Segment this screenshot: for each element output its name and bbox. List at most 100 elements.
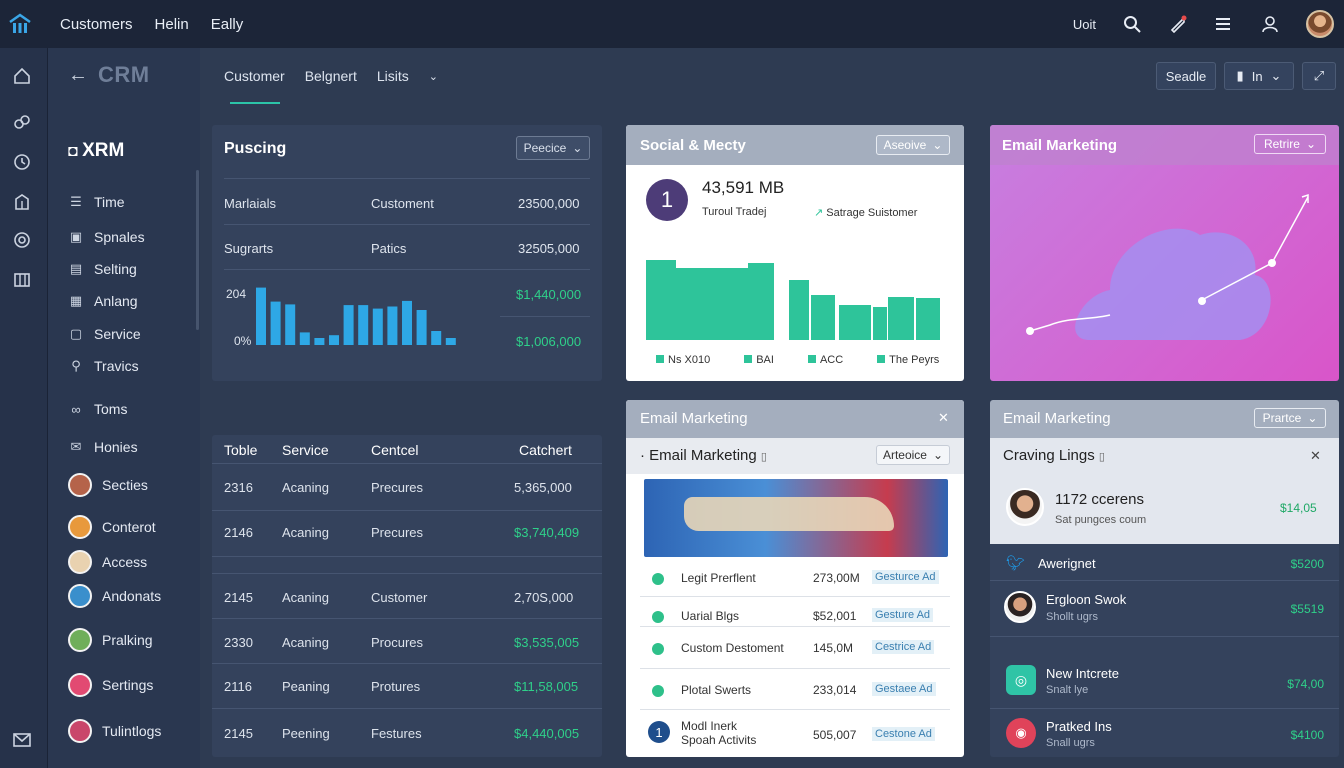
top-unit-link[interactable]: Uoit: [1073, 17, 1096, 32]
pricing-value: $1,440,000: [516, 287, 582, 302]
chart-bar: [270, 301, 281, 345]
close-icon[interactable]: ✕: [1310, 448, 1321, 464]
social-bar-chart: [646, 260, 940, 340]
row-tag[interactable]: Cestrice Ad: [872, 640, 935, 654]
sidebar-item-spnales[interactable]: ▣ Spnales: [68, 226, 145, 248]
sidebar-item-honies[interactable]: ✉ Honies: [68, 436, 138, 458]
table-row[interactable]: 2145 Peening Festures $4,440,005: [224, 726, 584, 746]
table-cell: $11,58,005: [514, 679, 579, 694]
row-label: Spoah Activits: [681, 733, 757, 747]
table-row[interactable]: 2316 Acaning Precures 5,365,000: [224, 480, 584, 500]
divider: [212, 463, 602, 464]
pricing-cell: Patics: [371, 241, 407, 256]
divider: [990, 708, 1339, 709]
chart-axis-bottom: 0%: [234, 334, 252, 348]
sidebar-item-sertings[interactable]: Sertings: [68, 673, 153, 697]
expand-icon[interactable]: ⤢: [1302, 62, 1336, 90]
sidebar-item-conterot[interactable]: Conterot: [68, 515, 156, 539]
back-arrow-icon[interactable]: ←: [68, 64, 88, 87]
chart-bar: [285, 304, 296, 345]
grid-icon[interactable]: [12, 270, 32, 290]
row-value: 505,007: [813, 728, 857, 742]
email-top-dropdown[interactable]: Retrire ⌄: [1254, 134, 1326, 154]
email-right-dropdown[interactable]: Prartce ⌄: [1254, 408, 1326, 428]
legend-swatch: [807, 355, 816, 363]
profile-avatar[interactable]: [1306, 10, 1334, 38]
chart-icon: ▦: [69, 293, 83, 308]
tab-belgnert[interactable]: Belgnert: [305, 68, 357, 84]
table-row[interactable]: 2146 Acaning Precures $3,740,409: [224, 525, 584, 545]
mail-icon[interactable]: [12, 730, 32, 750]
home-icon[interactable]: [12, 66, 32, 86]
tab-lisits[interactable]: Lisits: [377, 68, 409, 84]
user-icon[interactable]: [1260, 14, 1280, 34]
row-value: 145,0M: [813, 641, 854, 655]
chevron-down-icon[interactable]: ⌄: [429, 70, 438, 83]
menu-icon[interactable]: [1214, 14, 1234, 34]
divider: [640, 626, 950, 627]
sidebar-item-time[interactable]: ☰ Time: [68, 191, 124, 213]
tab-customer[interactable]: Customer: [224, 68, 285, 84]
social-badge: 1: [646, 179, 688, 221]
sidebar-item-service[interactable]: ▢ Service: [68, 323, 141, 345]
target-icon[interactable]: [12, 230, 32, 250]
top-nav-customers[interactable]: Customers: [60, 16, 133, 33]
pricing-cell: Marlaials: [224, 196, 277, 211]
top-nav-eally[interactable]: Eally: [211, 16, 244, 33]
sidebar-item-travics[interactable]: ⚲ Travics: [68, 355, 138, 377]
sidebar-item-pralking[interactable]: Pralking: [68, 628, 153, 652]
search-icon[interactable]: [1122, 14, 1142, 34]
link-icon[interactable]: [12, 112, 32, 132]
sidebar-item-andonats[interactable]: Andonats: [68, 584, 161, 608]
table-cell: Acaning: [282, 635, 329, 650]
chart-bar: [888, 297, 914, 340]
rocket-icon[interactable]: [1168, 14, 1188, 34]
row-tag[interactable]: Gestaee Ad: [872, 682, 936, 696]
legend-item: Ns X010: [656, 354, 710, 366]
legend-swatch: [744, 355, 753, 363]
sidebar-item-selting[interactable]: ▤ Selting: [68, 258, 137, 280]
pricing-value: $1,006,000: [516, 334, 582, 349]
list-item[interactable]: Custom Destoment 145,0M Cestrice Ad: [652, 640, 950, 671]
pricing-dropdown[interactable]: Peecice ⌄: [516, 136, 590, 160]
envelope-icon: ✉: [70, 439, 82, 454]
chart-bar: [343, 305, 354, 345]
active-tab-indicator: [230, 102, 280, 104]
check-icon: [652, 611, 664, 623]
divider: [500, 316, 590, 317]
close-icon[interactable]: ✕: [938, 410, 949, 426]
sidebar-scrollbar[interactable]: [196, 170, 199, 330]
list-item[interactable]: 1 Modl Inerk Spoah Activits 505,007 Cestone …: [648, 719, 950, 749]
social-dropdown[interactable]: Aseoive ⌄: [876, 135, 950, 155]
chart-bar: [839, 305, 871, 340]
sidebar-item-toms[interactable]: ∞ Toms: [68, 398, 127, 420]
chart-bar: [256, 287, 266, 345]
sub-nav: Customer Belgnert Lisits ⌄: [224, 58, 438, 94]
chevron-down-icon: ⌄: [1305, 137, 1317, 151]
table-row[interactable]: 2145 Acaning Customer 2,70S,000: [224, 590, 584, 610]
seadle-button[interactable]: Seadle: [1156, 62, 1216, 90]
table-cell: Acaning: [282, 590, 329, 605]
email-mid-dropdown[interactable]: Arteoice ⌄: [876, 445, 950, 465]
row-tag[interactable]: Gesture Ad: [872, 608, 934, 622]
sidebar-item-anlang[interactable]: ▦ Anlang: [68, 290, 138, 312]
list-item[interactable]: Uarial Blgs $52,001 Gesture Ad: [652, 608, 950, 639]
divider: [640, 709, 950, 710]
sidebar-item-tulintlogs[interactable]: Tulintlogs: [68, 719, 161, 743]
row-label: Plotal Swerts: [681, 683, 752, 697]
legend-item: BAI: [744, 354, 774, 366]
row-tag[interactable]: Cestone Ad: [872, 727, 935, 741]
building-icon[interactable]: [12, 192, 32, 212]
home-logo-icon[interactable]: [8, 13, 32, 35]
top-nav-help[interactable]: Helin: [155, 16, 189, 33]
email-banner-image: [644, 479, 948, 557]
sidebar-item-access[interactable]: Access: [68, 550, 147, 574]
table-cell: 2116: [224, 679, 252, 694]
top-item-sub: Sat pungces coum: [1055, 514, 1147, 526]
table-row[interactable]: 2330 Acaning Procures $3,535,005: [224, 635, 584, 655]
clock-icon[interactable]: [12, 152, 32, 172]
row-tag[interactable]: Gesturce Ad: [872, 570, 939, 584]
table-row[interactable]: 2116 Peaning Protures $11,58,005: [224, 679, 584, 699]
sidebar-item-secties[interactable]: Secties: [68, 473, 148, 497]
in-dropdown[interactable]: ▮ In ⌄: [1224, 62, 1294, 90]
